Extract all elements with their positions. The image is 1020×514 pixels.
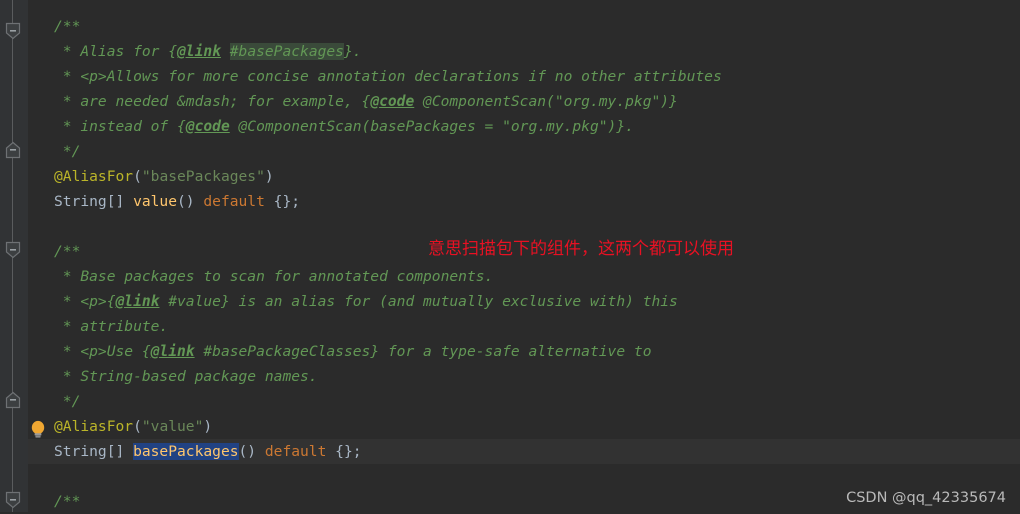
code-token: () — [177, 193, 204, 210]
code-token: #value} is an alias for (and mutually ex… — [159, 293, 678, 310]
code-token: basePackages — [133, 443, 239, 460]
code-token: * Base packages to scan for annotated co… — [54, 268, 494, 285]
code-line[interactable]: * are needed &mdash; for example, {@code… — [28, 89, 678, 114]
code-token: * String-based package names. — [54, 368, 318, 385]
code-token: {}; — [264, 193, 301, 210]
code-line[interactable]: * String-based package names. — [28, 364, 318, 389]
code-token: "value" — [141, 418, 204, 435]
fold-collapse-up-icon[interactable] — [5, 141, 21, 159]
code-line[interactable]: * <p>Use {@link #basePackageClasses} for… — [28, 339, 652, 364]
code-line[interactable]: * <p>{@link #value} is an alias for (and… — [28, 289, 678, 314]
code-token: "basePackages" — [141, 168, 265, 185]
code-token: @link — [177, 43, 221, 60]
fold-expand-down-icon[interactable] — [5, 491, 21, 509]
code-token: */ — [54, 143, 81, 160]
code-token: () — [238, 443, 265, 460]
code-line[interactable]: String[] basePackages() default {}; — [28, 439, 362, 464]
code-token: @code — [185, 118, 230, 135]
code-line[interactable]: /** — [28, 489, 80, 514]
code-token: @AliasFor — [54, 418, 134, 435]
code-token: String — [54, 193, 107, 210]
code-token: #basePackageClasses} for a type-safe alt… — [194, 343, 652, 360]
code-token: ( — [133, 168, 142, 185]
code-token: @AliasFor — [54, 168, 134, 185]
code-token: /** — [54, 493, 81, 510]
code-token: ) — [203, 418, 213, 435]
code-token: default — [264, 443, 327, 460]
fold-collapse-up-icon[interactable] — [5, 391, 21, 409]
code-token: @link — [150, 343, 195, 360]
code-token: @ComponentScan("org.my.pkg")} — [414, 93, 678, 110]
code-token: * <p>Use { — [54, 343, 151, 360]
code-token: @code — [370, 93, 415, 110]
code-token: * <p>Allows for more concise annotation … — [54, 68, 722, 85]
code-token: * Alias for { — [54, 43, 178, 60]
code-line[interactable]: /** — [28, 14, 80, 39]
code-line[interactable]: * instead of {@code @ComponentScan(baseP… — [28, 114, 634, 139]
code-line[interactable]: /** — [28, 239, 80, 264]
code-line[interactable]: @AliasFor("value") — [28, 414, 212, 439]
intention-bulb-icon[interactable] — [29, 419, 47, 439]
code-token: String — [54, 443, 107, 460]
code-token: /** — [54, 18, 81, 35]
code-line[interactable]: */ — [28, 389, 81, 414]
code-token: * <p>{ — [54, 293, 116, 310]
code-token: @ComponentScan(basePackages = "org.my.pk… — [229, 118, 634, 135]
code-line[interactable]: @AliasFor("basePackages") — [28, 164, 274, 189]
code-token: ( — [133, 418, 142, 435]
watermark-label: CSDN @qq_42335674 — [846, 490, 1006, 506]
code-token: /** — [54, 243, 81, 260]
code-line[interactable]: * Alias for {@link #basePackages}. — [28, 39, 362, 64]
code-line[interactable]: String[] value() default {}; — [28, 189, 300, 214]
code-token: [] — [106, 443, 134, 460]
code-token: * instead of { — [54, 118, 186, 135]
code-line[interactable]: */ — [28, 139, 81, 164]
code-token: [] — [106, 193, 134, 210]
code-token: default — [203, 193, 265, 210]
code-token: @link — [115, 293, 160, 310]
code-editor[interactable]: /** * Alias for {@link #basePackages}. *… — [0, 0, 1020, 512]
fold-expand-down-icon[interactable] — [5, 22, 21, 40]
code-token: }. — [343, 43, 362, 60]
chinese-annotation-note: 意思扫描包下的组件，这两个都可以使用 — [428, 239, 734, 259]
code-token: */ — [54, 393, 81, 410]
code-token: * attribute. — [54, 318, 169, 335]
code-token: #basePackages — [229, 43, 344, 60]
code-token: * are needed &mdash; for example, { — [54, 93, 371, 110]
code-line[interactable]: * attribute. — [28, 314, 168, 339]
code-token: {}; — [326, 443, 362, 460]
fold-expand-down-icon[interactable] — [5, 241, 21, 259]
code-token: value — [133, 193, 178, 210]
code-token: ) — [264, 168, 274, 185]
code-line[interactable]: * <p>Allows for more concise annotation … — [28, 64, 722, 89]
code-line[interactable]: * Base packages to scan for annotated co… — [28, 264, 494, 289]
